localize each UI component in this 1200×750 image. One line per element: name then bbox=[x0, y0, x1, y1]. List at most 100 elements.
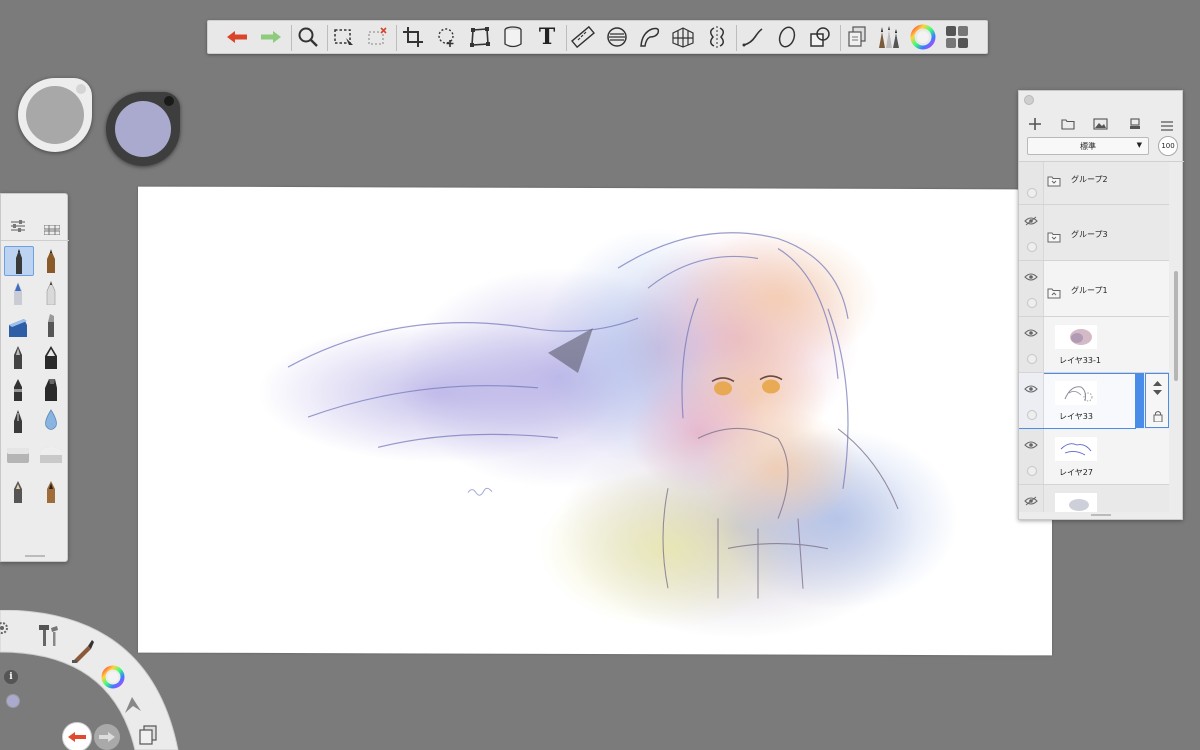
layer-options-column bbox=[1145, 373, 1169, 428]
french-curve-icon[interactable] bbox=[637, 24, 663, 50]
copy-icon[interactable] bbox=[138, 724, 158, 750]
ellipse-guide-icon[interactable] bbox=[604, 24, 630, 50]
add-layer-icon[interactable] bbox=[1029, 115, 1041, 130]
stroke-line-icon[interactable] bbox=[740, 24, 766, 50]
layer-row-33-1[interactable]: レイヤ33-1 bbox=[1019, 317, 1169, 373]
info-icon[interactable]: i bbox=[4, 670, 18, 684]
hard-eraser-icon[interactable] bbox=[4, 440, 32, 468]
layer-row-partial[interactable] bbox=[1019, 485, 1169, 512]
visible-eye-icon[interactable] bbox=[1024, 267, 1038, 286]
highlighter-icon[interactable] bbox=[37, 374, 65, 402]
merge-layer-icon[interactable] bbox=[1129, 115, 1141, 134]
layer-move-icon[interactable] bbox=[1152, 380, 1163, 399]
palette-resize-handle[interactable] bbox=[25, 555, 45, 557]
symmetry-icon[interactable] bbox=[704, 24, 730, 50]
right-color-puck[interactable] bbox=[106, 92, 180, 166]
brush-library-grid-icon[interactable] bbox=[43, 220, 61, 236]
crayon-icon[interactable] bbox=[37, 476, 65, 504]
left-puck-swatch bbox=[26, 86, 84, 144]
zoom-magnifier-icon[interactable] bbox=[295, 24, 321, 50]
fill-bucket-icon[interactable] bbox=[500, 24, 526, 50]
ui-grid-icon[interactable] bbox=[944, 24, 970, 50]
brush-set-icon[interactable] bbox=[70, 638, 96, 668]
layer-row-group2[interactable]: グループ2 bbox=[1019, 162, 1169, 205]
opacity-value: 100 bbox=[1161, 142, 1175, 150]
layer-select-dot[interactable] bbox=[1027, 354, 1037, 364]
ruler-icon[interactable] bbox=[570, 24, 596, 50]
undo-icon[interactable] bbox=[62, 722, 92, 750]
visible-eye-icon[interactable] bbox=[1024, 379, 1038, 398]
ballpoint-icon[interactable] bbox=[37, 342, 65, 370]
layer-editor-panel: 標準 ▼ 100 グループ2 グループ3 グループ1 レイヤ33-1 レイヤ33… bbox=[1018, 90, 1184, 520]
layer-select-dot[interactable] bbox=[1027, 466, 1037, 476]
current-color-swatch[interactable] bbox=[6, 694, 20, 708]
dropdown-arrow-icon: ▼ bbox=[1136, 141, 1142, 149]
visible-eye-icon[interactable] bbox=[1024, 323, 1038, 342]
water-drop-icon[interactable] bbox=[37, 406, 65, 434]
layer-thumbnail bbox=[1055, 493, 1097, 512]
shapes-icon[interactable] bbox=[807, 24, 833, 50]
add-image-icon[interactable] bbox=[1093, 115, 1108, 134]
main-toolbar: T bbox=[207, 20, 988, 54]
lagoon-menu: i bbox=[0, 610, 185, 750]
pencil-small-icon[interactable] bbox=[4, 476, 32, 504]
fineliner-icon[interactable] bbox=[37, 278, 65, 306]
pencil-brush-icon[interactable] bbox=[4, 246, 34, 276]
drawing-canvas[interactable] bbox=[138, 186, 1052, 656]
text-tool-label: T bbox=[538, 24, 556, 50]
brush-settings-icon[interactable] bbox=[10, 218, 26, 232]
lasso-transform-icon[interactable] bbox=[434, 24, 460, 50]
layer-thumbnail bbox=[1055, 437, 1097, 461]
layer-opacity-bar[interactable] bbox=[1136, 373, 1144, 428]
layers-copy-icon[interactable] bbox=[844, 24, 870, 50]
layer-name: レイヤ33 bbox=[1059, 412, 1093, 421]
layer-row-group3[interactable]: グループ3 bbox=[1019, 205, 1169, 261]
airbrush-icon[interactable] bbox=[4, 278, 32, 306]
layer-select-dot[interactable] bbox=[1027, 242, 1037, 252]
layer-select-dot[interactable] bbox=[1027, 298, 1037, 308]
redo-icon[interactable] bbox=[94, 724, 120, 750]
pen-icon[interactable] bbox=[4, 342, 32, 370]
text-tool-icon[interactable]: T bbox=[534, 24, 560, 50]
settings-gear-icon[interactable] bbox=[0, 620, 10, 640]
layer-row-33[interactable]: レイヤ33 bbox=[1019, 373, 1136, 429]
visible-eye-icon[interactable] bbox=[1024, 435, 1038, 454]
brush-library-icon[interactable] bbox=[876, 24, 902, 50]
perspective-grid-icon[interactable] bbox=[670, 24, 696, 50]
chisel-marker-icon[interactable] bbox=[4, 310, 32, 338]
redo-arrow-icon[interactable] bbox=[258, 24, 284, 50]
clear-selection-icon[interactable] bbox=[364, 24, 390, 50]
layer-select-dot[interactable] bbox=[1027, 188, 1037, 198]
tools-hammer-icon[interactable] bbox=[36, 622, 60, 652]
panel-resize-handle[interactable] bbox=[1091, 514, 1111, 516]
hidden-eye-icon[interactable] bbox=[1024, 491, 1038, 510]
layer-scrollbar[interactable] bbox=[1174, 271, 1178, 381]
rect-select-icon[interactable] bbox=[331, 24, 357, 50]
puck-indicator-dot bbox=[76, 84, 86, 94]
soft-eraser-icon[interactable] bbox=[37, 440, 65, 468]
layer-lock-icon[interactable] bbox=[1153, 407, 1163, 426]
canvas-artwork bbox=[258, 228, 958, 639]
ellipse-shape-icon[interactable] bbox=[774, 24, 800, 50]
blend-mode-select[interactable]: 標準 ▼ bbox=[1027, 137, 1149, 155]
layer-menu-icon[interactable] bbox=[1161, 116, 1173, 135]
marker-brush-icon[interactable] bbox=[37, 246, 65, 274]
color-wheel-icon[interactable] bbox=[910, 24, 936, 50]
color-wheel-icon[interactable] bbox=[100, 664, 126, 694]
layer-row-27[interactable]: レイヤ27 bbox=[1019, 429, 1169, 485]
distort-transform-icon[interactable] bbox=[467, 24, 493, 50]
selection-arrow-icon[interactable] bbox=[122, 694, 144, 720]
undo-arrow-icon[interactable] bbox=[224, 24, 250, 50]
layer-row-group1[interactable]: グループ1 bbox=[1019, 261, 1169, 317]
crop-icon[interactable] bbox=[400, 24, 426, 50]
felt-tip-icon[interactable] bbox=[4, 374, 32, 402]
left-color-puck[interactable] bbox=[18, 78, 92, 152]
layer-select-dot[interactable] bbox=[1027, 410, 1037, 420]
panel-close-dot[interactable] bbox=[1024, 95, 1034, 105]
paint-brush-icon[interactable] bbox=[37, 310, 65, 338]
opacity-field[interactable]: 100 bbox=[1158, 136, 1178, 156]
fountain-pen-icon[interactable] bbox=[4, 406, 32, 434]
layer-name: レイヤ27 bbox=[1059, 468, 1093, 477]
hidden-eye-icon[interactable] bbox=[1024, 211, 1038, 230]
add-group-folder-icon[interactable] bbox=[1061, 115, 1075, 134]
